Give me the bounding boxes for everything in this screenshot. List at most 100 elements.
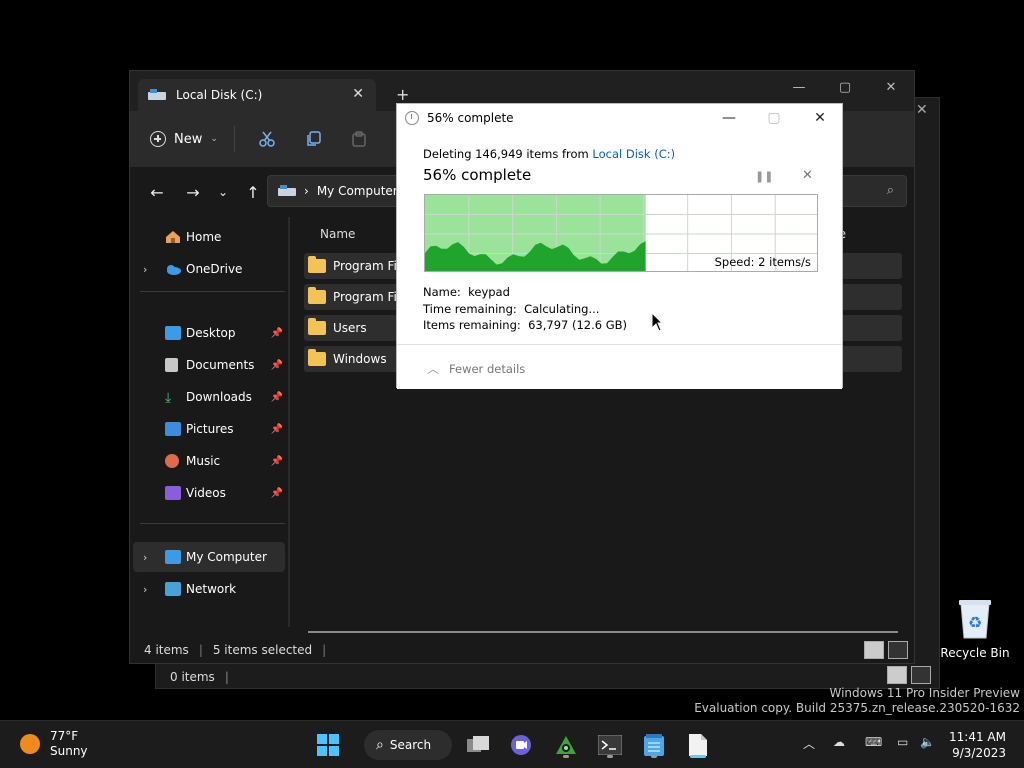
home-icon xyxy=(166,231,180,243)
tiles-view-button[interactable] xyxy=(888,641,908,659)
up-arrow-icon[interactable]: ↑ xyxy=(238,177,268,207)
delete-progress-dialog: 56% complete — ▢ ✕ Deleting 146,949 item… xyxy=(396,103,843,389)
sidebar-item-label: Home xyxy=(186,230,222,244)
close-icon[interactable]: ✕ xyxy=(868,71,914,103)
close-icon[interactable]: ✕ xyxy=(798,104,842,132)
pin-icon[interactable]: 📌 xyxy=(271,488,283,499)
computer-icon xyxy=(165,550,181,564)
file-icon xyxy=(689,734,707,756)
show-hidden-icons-chevron-icon[interactable]: ︿ xyxy=(803,735,815,752)
pictures-icon xyxy=(165,422,181,436)
weather-condition: Sunny xyxy=(50,744,88,758)
chat-icon xyxy=(511,735,531,755)
system-clock[interactable]: 11:41 AM 9/3/2023 xyxy=(949,729,1006,761)
pin-icon[interactable]: 📌 xyxy=(271,424,283,435)
details-view-button[interactable] xyxy=(887,666,907,684)
taskbar-search-button[interactable]: ⌕ Search xyxy=(364,730,452,760)
details-panel: Name: keypad Time remaining: Calculating… xyxy=(423,284,627,334)
sidebar-item-onedrive[interactable]: › OneDrive xyxy=(133,254,285,284)
background-view-buttons xyxy=(887,666,931,684)
navigation-pane: Home › OneDrive Desktop 📌 Documents 📌 ⤓ … xyxy=(130,217,290,627)
minimize-icon[interactable]: — xyxy=(707,104,751,132)
destination-link[interactable]: Local Disk (C:) xyxy=(592,147,675,161)
name-label: Name: xyxy=(423,285,461,299)
time-value: Calculating... xyxy=(524,301,600,316)
cancel-icon[interactable]: ✕ xyxy=(802,168,813,183)
start-button[interactable] xyxy=(312,730,344,760)
tiles-view-button[interactable] xyxy=(911,666,931,684)
paste-button[interactable] xyxy=(343,123,375,155)
horizontal-scrollbar[interactable] xyxy=(308,631,898,633)
volume-icon[interactable]: 🔈 xyxy=(920,735,935,749)
sidebar-item-desktop[interactable]: Desktop 📌 xyxy=(133,318,285,348)
new-tab-button[interactable]: + xyxy=(396,85,409,104)
details-view-button[interactable] xyxy=(864,641,884,659)
sidebar-item-documents[interactable]: Documents 📌 xyxy=(133,350,285,380)
pin-icon[interactable]: 📌 xyxy=(271,456,283,467)
chevron-right-icon[interactable]: › xyxy=(143,263,147,276)
column-header-name[interactable]: Name xyxy=(320,227,355,241)
drive-icon xyxy=(148,89,166,101)
scissors-icon xyxy=(259,131,275,147)
sidebar-item-network[interactable]: › Network xyxy=(133,574,285,604)
notepad-icon xyxy=(644,734,664,756)
sidebar-item-my-computer[interactable]: › My Computer xyxy=(133,542,285,572)
sidebar-item-downloads[interactable]: ⤓ Downloads 📌 xyxy=(133,382,285,412)
windows-logo-icon xyxy=(317,734,339,756)
network-status-icon[interactable]: ▭ xyxy=(897,735,908,749)
clock-time: 11:41 AM xyxy=(949,730,1006,744)
dialog-title: 56% complete xyxy=(427,111,514,125)
keyboard-icon[interactable]: ⌨ xyxy=(865,735,882,749)
tab-local-disk[interactable]: Local Disk (C:) ✕ xyxy=(138,79,376,111)
watermark-line-1: Windows 11 Pro Insider Preview xyxy=(829,686,1020,700)
deleting-text: Deleting 146,949 items from xyxy=(423,147,593,161)
back-arrow-icon[interactable]: ← xyxy=(142,177,172,207)
pane-splitter[interactable] xyxy=(288,217,290,627)
pin-icon[interactable]: 📌 xyxy=(271,328,283,339)
sidebar-item-label: Videos xyxy=(186,486,226,500)
sidebar-item-music[interactable]: Music 📌 xyxy=(133,446,285,476)
terminal-button[interactable] xyxy=(594,730,626,760)
browser-button[interactable] xyxy=(550,730,582,760)
maximize-icon[interactable]: ▢ xyxy=(822,71,868,103)
new-label: New xyxy=(174,131,203,147)
minimize-icon[interactable]: — xyxy=(776,71,822,103)
background-item-count: 0 items xyxy=(170,670,215,684)
selected-count: 5 items selected xyxy=(212,643,313,657)
folder-icon xyxy=(308,256,326,273)
task-view-button[interactable] xyxy=(462,730,494,760)
sidebar-item-label: OneDrive xyxy=(186,262,243,276)
forward-arrow-icon[interactable]: → xyxy=(178,177,208,207)
sidebar-item-pictures[interactable]: Pictures 📌 xyxy=(133,414,285,444)
pin-icon[interactable]: 📌 xyxy=(271,360,283,371)
copy-icon xyxy=(307,131,321,146)
name-value: keypad xyxy=(468,285,510,299)
search-icon: ⌕ xyxy=(376,737,384,753)
sidebar-item-home[interactable]: Home xyxy=(133,222,285,252)
cloud-offline-icon[interactable]: ☁ xyxy=(833,735,845,749)
breadcrumb-my-computer[interactable]: My Computer xyxy=(317,184,398,198)
pin-icon[interactable]: 📌 xyxy=(271,392,283,403)
fewer-details-button[interactable]: ︿ Fewer details xyxy=(427,360,525,377)
dialog-title-bar: 56% complete — ▢ ✕ xyxy=(397,104,842,132)
sun-icon xyxy=(20,734,40,754)
pause-icon[interactable]: ❚❚ xyxy=(755,170,773,183)
chevron-right-icon[interactable]: › xyxy=(143,583,147,596)
weather-widget[interactable]: 77°F Sunny xyxy=(20,729,88,759)
chevron-right-icon[interactable]: › xyxy=(143,551,147,564)
copy-button[interactable] xyxy=(297,123,329,155)
recycle-bin[interactable]: ♻ Recycle Bin xyxy=(940,598,1010,660)
cut-button[interactable] xyxy=(251,123,283,155)
close-icon[interactable]: ✕ xyxy=(352,86,364,102)
sidebar-item-videos[interactable]: Videos 📌 xyxy=(133,478,285,508)
file-explorer-button[interactable] xyxy=(682,730,714,760)
document-icon xyxy=(165,358,178,372)
breadcrumb-separator: › xyxy=(304,184,309,198)
sidebar-item-label: Pictures xyxy=(186,422,234,436)
notepad-button[interactable] xyxy=(638,730,670,760)
chat-app-button[interactable] xyxy=(505,730,537,760)
search-icon[interactable]: ⌕ xyxy=(887,183,894,198)
recent-chevron-icon[interactable]: ⌄ xyxy=(208,177,238,207)
new-button[interactable]: New ⌄ xyxy=(150,131,218,147)
close-icon[interactable]: ✕ xyxy=(916,102,928,118)
